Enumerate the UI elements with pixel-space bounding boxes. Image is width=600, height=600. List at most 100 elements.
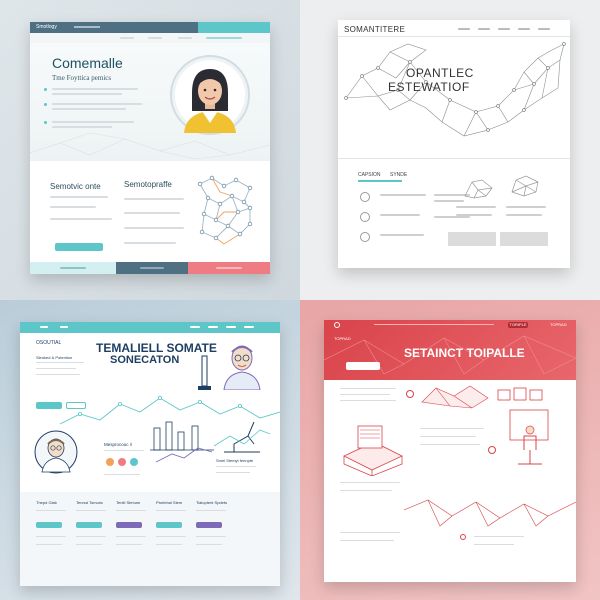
nav-label[interactable]: TOPRAD: [550, 322, 567, 327]
nav-brand[interactable]: Smotlogy: [36, 24, 57, 30]
footer-tab-2[interactable]: [116, 262, 188, 274]
device-icons: [497, 387, 543, 401]
hero-button[interactable]: [346, 362, 380, 370]
sub-nav-link[interactable]: [206, 37, 242, 39]
column-text: [76, 536, 106, 537]
features-section: [20, 492, 280, 586]
body-text: [340, 394, 390, 395]
feature-text: [380, 214, 420, 216]
nav-link[interactable]: [190, 326, 200, 328]
mesh-illustration: [421, 385, 489, 409]
sub-nav-link[interactable]: [148, 37, 162, 39]
active-tab-indicator: [358, 180, 402, 182]
presenter-illustration: [509, 409, 549, 465]
nav-link[interactable]: [208, 326, 218, 328]
nav-link[interactable]: [244, 326, 254, 328]
column-title: Thepd Glab: [36, 500, 57, 505]
nav-link[interactable]: [60, 326, 68, 328]
column-text: [196, 544, 222, 545]
workstation-illustration: [343, 425, 403, 476]
tab-synde[interactable]: SYNDE: [390, 172, 407, 178]
column-button[interactable]: [116, 522, 142, 528]
network-diagram-icon: [197, 175, 253, 245]
body-text: [420, 428, 484, 429]
footer-tab-1[interactable]: [30, 262, 116, 274]
feature-text: [380, 234, 424, 236]
secondary-button[interactable]: [500, 232, 548, 246]
nav-link[interactable]: [538, 28, 550, 30]
tab-caption[interactable]: CAPSION: [358, 172, 381, 178]
hero-text: [52, 103, 142, 105]
footer-tab-label: [216, 267, 242, 269]
sub-nav-link[interactable]: [120, 37, 134, 39]
right-text: [216, 466, 256, 467]
nav-cta[interactable]: [198, 22, 270, 33]
feature-text: [506, 206, 546, 208]
hero-headline: Comemalle: [52, 55, 123, 71]
logo-text[interactable]: OSOUTIAL: [36, 340, 61, 346]
column-title: Ptorlebal Stem: [156, 500, 183, 505]
right-label: Smel Stemyt fennpte: [216, 458, 254, 463]
section-left-button[interactable]: [55, 243, 103, 251]
section-right-title: Semotopraffe: [124, 180, 172, 189]
secondary-button[interactable]: [448, 232, 496, 246]
nav-link[interactable]: [226, 326, 236, 328]
hero-title: SETAINCT TOIPALLE: [404, 346, 525, 360]
nav-link[interactable]: [74, 26, 100, 28]
column-button[interactable]: [36, 522, 62, 528]
nav-button[interactable]: TORIPLE: [508, 322, 528, 328]
column-button[interactable]: [156, 522, 182, 528]
nav-link[interactable]: [478, 28, 490, 30]
bullet-dot: [44, 103, 47, 106]
right-text: [216, 472, 250, 473]
column-title: Tenrsd Tomoric: [76, 500, 104, 505]
footer-tab-label: [140, 267, 164, 269]
microscope-icon: [214, 421, 270, 453]
panel-2: SOMANTITERE OPANTLEC ESTEWATIOF CAPSION …: [300, 0, 600, 300]
hero-text: [52, 93, 122, 95]
top-nav-bar: Smotlogy: [30, 22, 270, 33]
footer-tab-3[interactable]: [188, 262, 270, 274]
column-text: [36, 536, 66, 537]
sub-nav-link[interactable]: [178, 37, 192, 39]
hero-text: [52, 121, 134, 123]
nav-link[interactable]: [458, 28, 470, 30]
column-text: [156, 536, 186, 537]
column-text: [76, 510, 106, 511]
body-text: [474, 536, 524, 537]
body-text: [340, 532, 400, 533]
column-button[interactable]: [76, 522, 102, 528]
column-title: Tenitl Sbriune: [116, 500, 141, 505]
logo-icon[interactable]: [334, 322, 340, 328]
panel-2-page: SOMANTITERE OPANTLEC ESTEWATIOF CAPSION …: [338, 20, 570, 268]
feature-text: [434, 200, 464, 202]
hero-text: [52, 126, 112, 128]
nav-link[interactable]: [40, 326, 48, 328]
mesh-icon: [464, 179, 493, 199]
scientist-avatar: [34, 430, 78, 474]
hero: Comemalle Tme Foyttica pemics: [30, 43, 270, 161]
column-text: [116, 544, 142, 545]
hero-subhead: Tme Foyttica pemics: [52, 74, 112, 82]
cta-button[interactable]: [36, 402, 62, 409]
section-text: [124, 212, 180, 214]
lab-equipment-illustration: [150, 421, 214, 463]
nav-link[interactable]: [518, 28, 530, 30]
column-title: Tialoptent Spdets: [196, 500, 227, 505]
nav-search-bar[interactable]: [374, 324, 494, 325]
professor-illustration: [223, 345, 261, 390]
header-divider: [338, 36, 570, 37]
column-text: [196, 536, 226, 537]
status-dot: [118, 458, 126, 466]
hero-text: [36, 368, 76, 369]
column-button[interactable]: [196, 522, 222, 528]
section-divider: [338, 158, 570, 159]
brand-name[interactable]: SOMANTITERE: [344, 25, 405, 34]
body-text: [340, 400, 396, 401]
sub-nav: [30, 33, 270, 43]
section-text: [50, 218, 112, 220]
body-text: [340, 540, 394, 541]
feature-icon: [360, 192, 370, 202]
panel-4-page: TORIPLE TOPRAD TOPRAD SETAINCT TOIPALLE: [324, 320, 576, 582]
nav-link[interactable]: [498, 28, 510, 30]
